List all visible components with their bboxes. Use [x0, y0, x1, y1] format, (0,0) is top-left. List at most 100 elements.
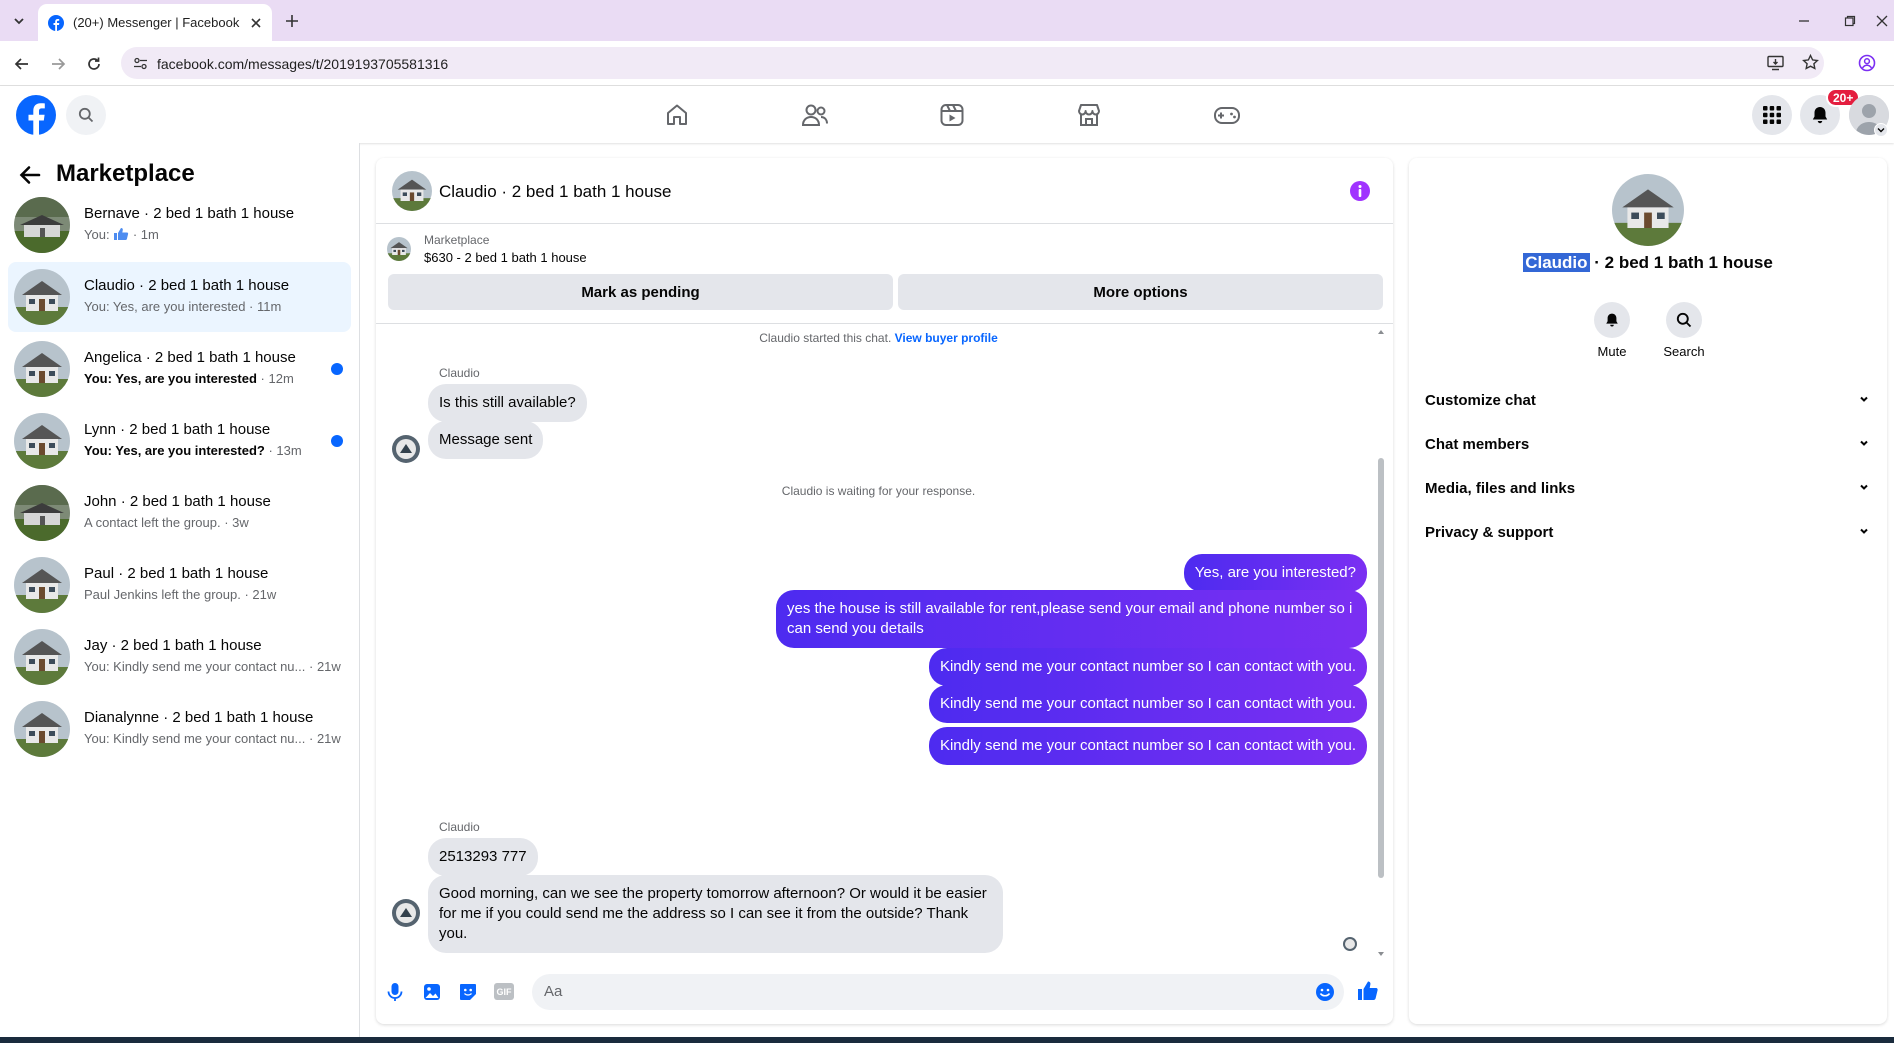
outgoing-message[interactable]: Kindly send me your contact number so I … [928, 648, 1367, 686]
conversation-preview: You: Yes, are you interested · 12m [84, 371, 294, 386]
conversation-item-john[interactable]: John · 2 bed 1 bath 1 house A contact le… [8, 478, 351, 548]
video-nav-icon[interactable] [939, 102, 965, 128]
media-files-links-section[interactable]: Media, files and links [1425, 473, 1871, 503]
search-icon [1676, 312, 1692, 328]
menu-grid-button[interactable] [1752, 95, 1792, 135]
highlighted-name: Claudio [1523, 253, 1590, 272]
bookmark-star-icon[interactable] [1802, 54, 1819, 71]
chat-members-section[interactable]: Chat members [1425, 429, 1871, 459]
search-facebook-button[interactable] [66, 95, 106, 135]
unread-dot [331, 435, 343, 447]
conversation-preview: You: Yes, are you interested? · 13m [84, 443, 302, 458]
url-text[interactable]: facebook.com/messages/t/2019193705581316 [157, 56, 448, 72]
facebook-logo-icon[interactable] [16, 95, 56, 135]
mark-as-pending-button[interactable]: Mark as pending [388, 274, 893, 310]
message-sender-name: Claudio [439, 820, 480, 834]
message-composer: GIF Aa [376, 964, 1393, 1024]
listing-label: Marketplace [424, 233, 490, 247]
browser-tab-active[interactable]: (20+) Messenger | Facebook [38, 4, 272, 41]
tab-list-chevron-icon[interactable] [8, 10, 30, 32]
listing-detail[interactable]: $630 - 2 bed 1 bath 1 house [424, 250, 587, 265]
listing-thumbnail [14, 485, 70, 541]
photo-icon[interactable] [422, 982, 442, 1002]
conversation-item-angelica[interactable]: Angelica · 2 bed 1 bath 1 house You: Yes… [8, 334, 351, 404]
chat-window: Claudio · 2 bed 1 bath 1 house Marketpla… [376, 158, 1393, 1024]
home-nav-icon[interactable] [664, 102, 690, 128]
conversation-item-paul[interactable]: Paul · 2 bed 1 bath 1 house Paul Jenkins… [8, 550, 351, 620]
chat-avatar[interactable] [392, 171, 432, 211]
browser-toolbar: facebook.com/messages/t/2019193705581316 [0, 41, 1894, 86]
conversation-preview: A contact left the group. · 3w [84, 515, 249, 530]
friends-nav-icon[interactable] [801, 102, 829, 128]
minimize-window-icon[interactable] [1792, 9, 1816, 33]
gaming-nav-icon[interactable] [1213, 102, 1241, 128]
conversation-name: Lynn · 2 bed 1 bath 1 house [84, 421, 271, 438]
tab-title: (20+) Messenger | Facebook [73, 15, 240, 30]
conversation-item-jay[interactable]: Jay · 2 bed 1 bath 1 house You: Kindly s… [8, 622, 351, 692]
conversation-item-claudio[interactable]: Claudio · 2 bed 1 bath 1 house You: Yes,… [8, 262, 351, 332]
chevron-down-icon [1857, 524, 1871, 538]
back-arrow-icon[interactable] [10, 52, 34, 76]
forward-arrow-icon[interactable] [46, 52, 70, 76]
tab-close-icon[interactable] [250, 17, 262, 29]
chat-title[interactable]: Claudio · 2 bed 1 bath 1 house [439, 182, 672, 202]
gif-button[interactable]: GIF [494, 983, 514, 1000]
marketplace-nav-icon[interactable] [1076, 102, 1102, 128]
incoming-message[interactable]: Message sent [428, 421, 544, 459]
thumbs-up-send-icon[interactable] [1357, 980, 1379, 1002]
listing-thumbnail [14, 197, 70, 253]
facebook-top-nav: 20+ [0, 86, 1894, 143]
outgoing-message[interactable]: yes the house is still available for ren… [776, 590, 1367, 648]
bell-icon [1604, 312, 1620, 328]
conversation-name: Jay · 2 bed 1 bath 1 house [84, 637, 262, 654]
browser-tab-strip: (20+) Messenger | Facebook [0, 0, 1894, 41]
restore-window-icon[interactable] [1838, 9, 1862, 33]
conversation-name: Bernave · 2 bed 1 bath 1 house [84, 205, 295, 222]
message-input[interactable]: Aa [532, 974, 1344, 1010]
info-icon[interactable] [1349, 180, 1371, 202]
conversation-item-dianalynne[interactable]: Dianalynne · 2 bed 1 bath 1 house You: K… [8, 694, 351, 764]
search-icon [78, 107, 94, 123]
chrome-profile-icon[interactable] [1855, 51, 1879, 75]
emoji-icon[interactable] [1315, 982, 1335, 1002]
conversation-preview: You: · 1m [84, 227, 159, 242]
close-window-icon[interactable] [1870, 9, 1894, 33]
marketplace-conversation-list: Marketplace Bernave · 2 bed 1 bath 1 hou… [0, 143, 360, 1043]
view-buyer-profile-link[interactable]: View buyer profile [895, 331, 998, 345]
sender-avatar[interactable] [392, 899, 420, 927]
account-chevron-icon[interactable] [1874, 123, 1888, 137]
chevron-down-icon [1857, 392, 1871, 406]
conversation-preview: You: Yes, are you interested · 11m [84, 299, 282, 314]
search-in-chat-button[interactable] [1666, 302, 1702, 338]
address-bar[interactable]: facebook.com/messages/t/2019193705581316 [121, 47, 1824, 79]
back-arrow-icon[interactable] [18, 163, 42, 187]
seen-receipt-avatar [1343, 937, 1357, 951]
incoming-message[interactable]: Good morning, can we see the property to… [428, 875, 1003, 953]
chat-scrollbar[interactable] [1377, 328, 1385, 958]
conversation-preview: You: Kindly send me your contact nu... ·… [84, 659, 341, 674]
customize-chat-section[interactable]: Customize chat [1425, 385, 1871, 415]
mute-label: Mute [1597, 344, 1627, 359]
chat-started-notice: Claudio started this chat. View buyer pr… [759, 331, 998, 345]
privacy-support-section[interactable]: Privacy & support [1425, 517, 1871, 547]
install-app-icon[interactable] [1767, 55, 1784, 71]
new-tab-plus-icon[interactable] [280, 9, 304, 33]
mute-button[interactable] [1594, 302, 1630, 338]
incoming-message[interactable]: 2513293 777 [428, 838, 538, 876]
outgoing-message[interactable]: Kindly send me your contact number so I … [928, 685, 1367, 723]
outgoing-message[interactable]: Kindly send me your contact number so I … [928, 727, 1367, 765]
message-input-placeholder: Aa [544, 983, 563, 1000]
listing-thumbnail [387, 237, 411, 261]
microphone-icon[interactable] [386, 982, 404, 1002]
incoming-message[interactable]: Is this still available? [428, 384, 587, 422]
sender-avatar[interactable] [392, 435, 420, 463]
reload-icon[interactable] [82, 52, 106, 76]
details-avatar[interactable] [1612, 174, 1684, 246]
more-options-button[interactable]: More options [898, 274, 1383, 310]
conversation-item-bernave[interactable]: Bernave · 2 bed 1 bath 1 house You: · 1m [8, 190, 351, 260]
outgoing-message[interactable]: Yes, are you interested? [1183, 554, 1367, 592]
site-info-icon[interactable] [133, 56, 148, 71]
sticker-icon[interactable] [458, 982, 478, 1002]
conversation-item-lynn[interactable]: Lynn · 2 bed 1 bath 1 house You: Yes, ar… [8, 406, 351, 476]
thumbs-up-icon [113, 227, 129, 241]
